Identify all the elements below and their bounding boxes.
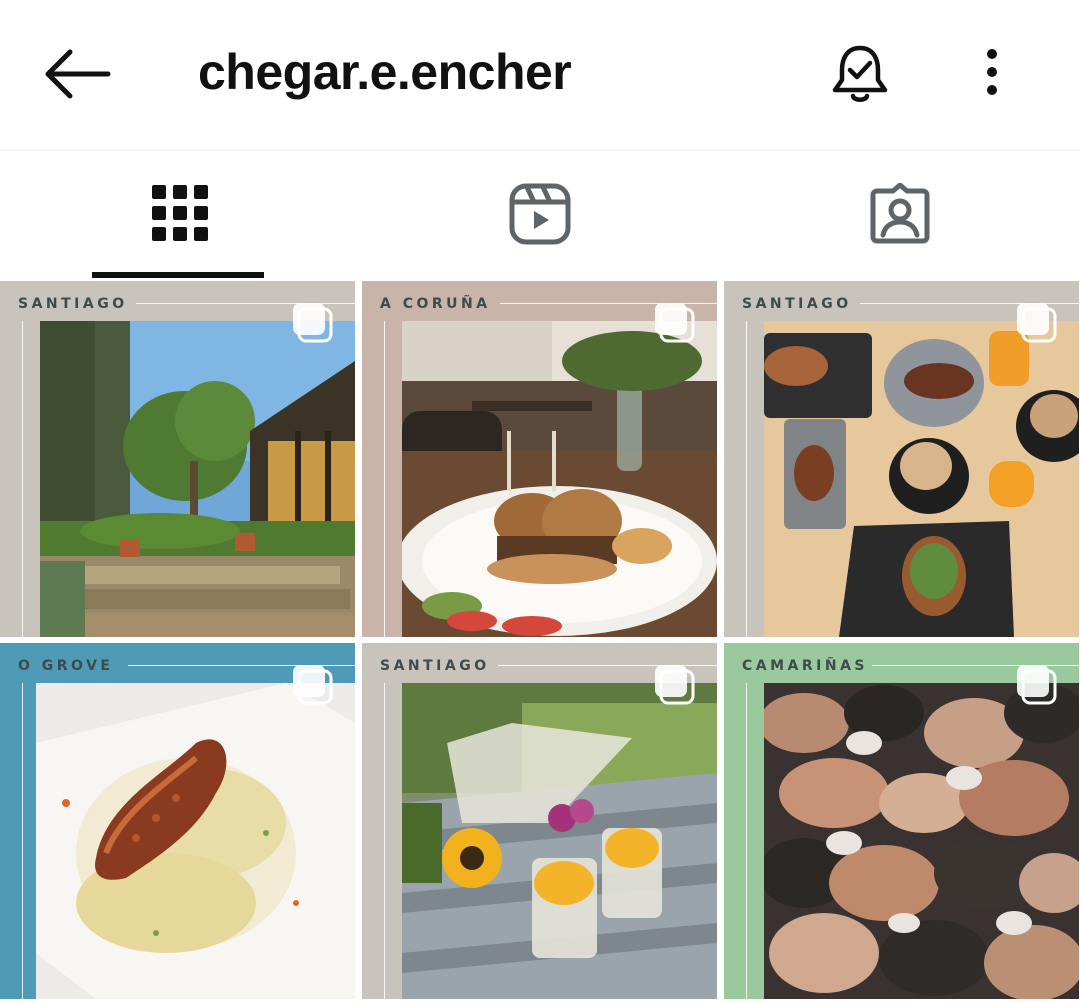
profile-header: chegar.e.encher <box>0 0 1080 150</box>
notifications-button[interactable] <box>828 40 892 106</box>
multiple-photos-icon <box>293 303 333 343</box>
more-vertical-icon <box>987 49 997 95</box>
tab-reels[interactable] <box>360 151 720 279</box>
tab-posts[interactable] <box>0 151 360 279</box>
post-image <box>36 683 355 999</box>
multiple-photos-icon <box>655 665 695 705</box>
post-image <box>402 683 717 999</box>
frame-line <box>384 321 385 637</box>
post-location-label: SANTIAGO <box>742 296 852 312</box>
multiple-photos-icon <box>293 665 333 705</box>
profile-tabs <box>0 151 1080 279</box>
tagged-person-icon <box>870 183 930 244</box>
frame-line <box>746 683 747 999</box>
post-image <box>40 321 355 637</box>
post-tile[interactable]: A CORUÑA <box>362 281 717 637</box>
post-tile[interactable]: SANTIAGO <box>724 281 1079 637</box>
posts-grid: SANTIAGO A CORUÑA SANTIAGO O GROVE SANTI… <box>0 281 1080 1004</box>
arrow-left-icon <box>45 49 111 99</box>
post-tile[interactable]: SANTIAGO <box>362 643 717 999</box>
frame-line <box>384 683 385 999</box>
post-image <box>402 321 717 637</box>
post-tile[interactable]: CAMARIÑAS <box>724 643 1079 999</box>
multiple-photos-icon <box>655 303 695 343</box>
frame-line <box>746 321 747 637</box>
post-tile[interactable]: O GROVE <box>0 643 355 999</box>
multiple-photos-icon <box>1017 303 1057 343</box>
post-image <box>764 683 1079 999</box>
more-options-button[interactable] <box>972 44 1012 104</box>
frame-line <box>22 321 23 637</box>
post-location-label: A CORUÑA <box>380 296 491 312</box>
back-button[interactable] <box>40 44 116 104</box>
tab-tagged[interactable] <box>720 151 1080 279</box>
post-tile[interactable]: SANTIAGO <box>0 281 355 637</box>
active-tab-indicator <box>92 272 264 278</box>
profile-username: chegar.e.encher <box>198 44 572 100</box>
post-image <box>764 321 1079 637</box>
bell-check-icon <box>832 45 888 102</box>
reels-icon <box>509 183 571 245</box>
grid-icon <box>152 185 208 241</box>
multiple-photos-icon <box>1017 665 1057 705</box>
post-location-label: CAMARIÑAS <box>742 658 868 674</box>
post-location-label: SANTIAGO <box>380 658 490 674</box>
frame-line <box>22 683 23 999</box>
post-location-label: SANTIAGO <box>18 296 128 312</box>
post-location-label: O GROVE <box>18 658 114 674</box>
